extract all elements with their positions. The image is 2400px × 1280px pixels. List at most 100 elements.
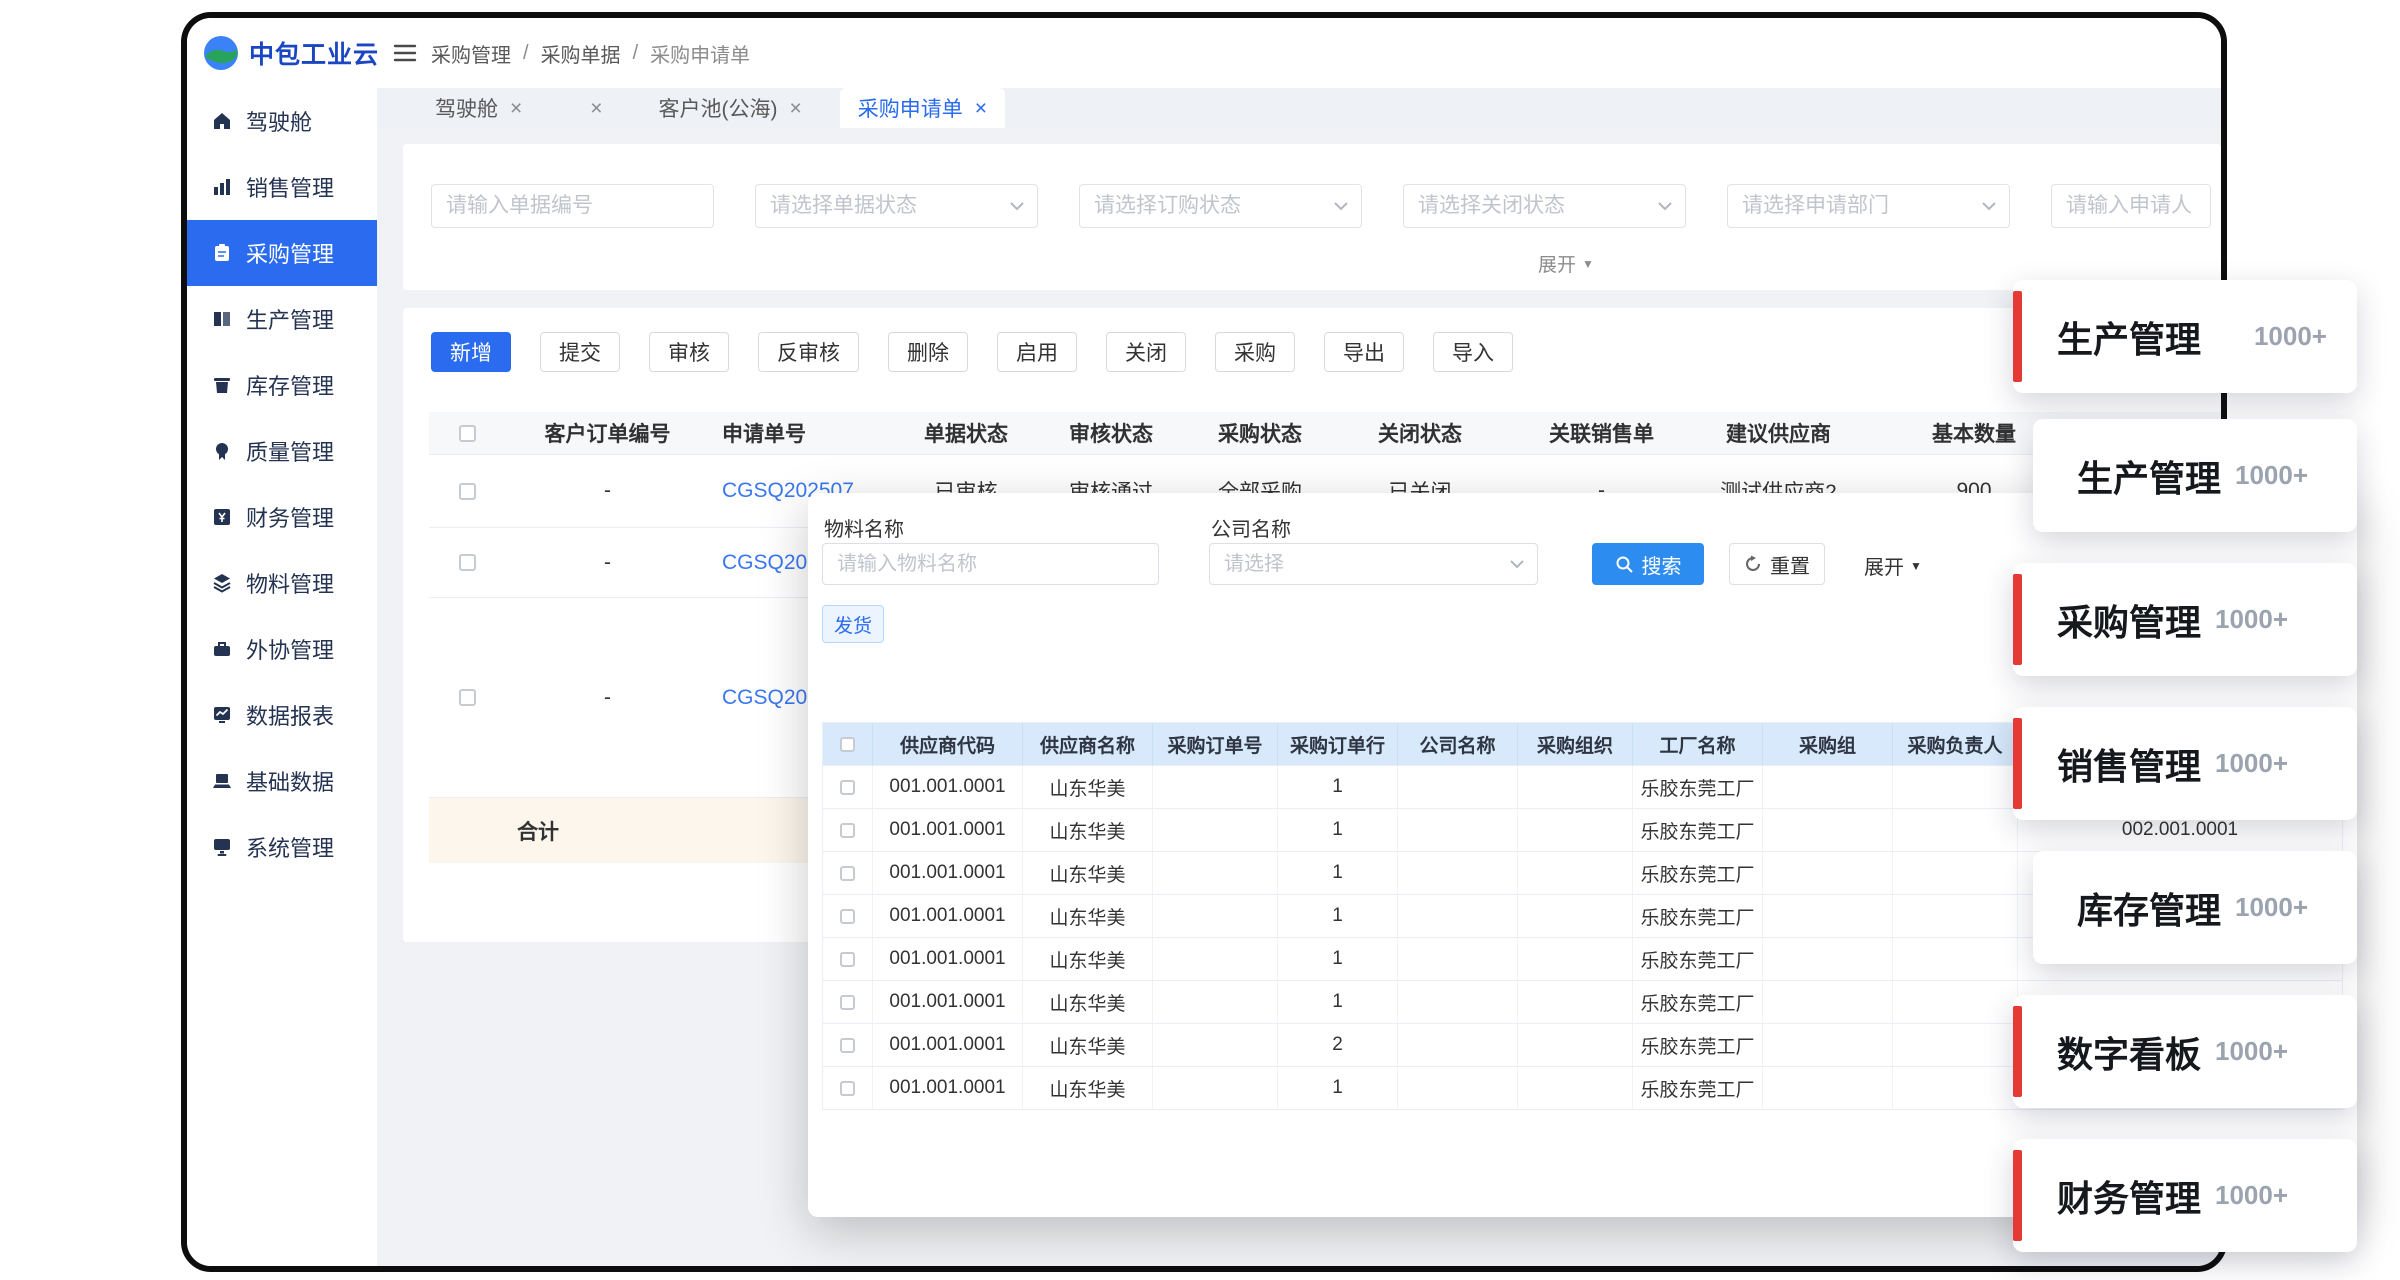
total-label: 合计 (505, 798, 710, 863)
tab-close-icon[interactable]: × (590, 98, 602, 119)
sidebar-item-production[interactable]: 生产管理 (187, 286, 377, 352)
applicant-input[interactable] (2051, 184, 2211, 228)
order-status-input[interactable] (1079, 184, 1362, 228)
material-name-input[interactable] (822, 543, 1159, 585)
close-status-input[interactable] (1403, 184, 1686, 228)
select-all-checkbox[interactable] (459, 425, 476, 442)
sidebar-item-system[interactable]: 系统管理 (187, 814, 377, 880)
company-name-label: 公司名称 (1211, 513, 1291, 542)
close-status-select[interactable] (1403, 184, 1686, 228)
breadcrumb-item[interactable]: 采购单据 (541, 39, 621, 68)
supplier-code-cell: 001.001.0001 (873, 895, 1023, 937)
ship-button[interactable]: 发货 (822, 605, 884, 643)
factory-cell: 乐胶东莞工厂 (1633, 895, 1763, 937)
system-icon (211, 836, 233, 858)
filter-expand-toggle[interactable]: 展开 ▼ (1538, 250, 1594, 277)
module-card-production[interactable]: 生产管理 1000+ (2013, 280, 2357, 393)
module-card-sales[interactable]: 销售管理 1000+ (2013, 707, 2357, 820)
row-checkbox[interactable] (459, 689, 476, 706)
row-checkbox[interactable] (459, 554, 476, 571)
module-card-finance[interactable]: 财务管理 1000+ (2013, 1139, 2357, 1252)
module-card-inventory[interactable]: 库存管理 1000+ (2033, 851, 2357, 964)
import-button[interactable]: 导入 (1433, 332, 1513, 372)
column-header: 供应商名称 (1023, 723, 1153, 765)
doc-status-input[interactable] (755, 184, 1038, 228)
sidebar-item-reports[interactable]: 数据报表 (187, 682, 377, 748)
sidebar-item-base-data[interactable]: 基础数据 (187, 748, 377, 814)
sidebar-item-materials[interactable]: 物料管理 (187, 550, 377, 616)
order-line-cell: 1 (1278, 809, 1398, 851)
row-checkbox[interactable] (840, 952, 855, 967)
header-checkbox-cell (823, 723, 873, 765)
breadcrumb-item[interactable]: 采购管理 (431, 39, 511, 68)
module-card-digital-board[interactable]: 数字看板 1000+ (2013, 995, 2357, 1108)
material-name-field[interactable] (822, 543, 1159, 585)
row-checkbox[interactable] (459, 483, 476, 500)
row-checkbox[interactable] (840, 995, 855, 1010)
order-status-select[interactable] (1079, 184, 1362, 228)
company-name-select[interactable] (1209, 543, 1538, 585)
dialog-expand-toggle[interactable]: 展开 ▼ (1864, 551, 1922, 580)
search-button[interactable]: 搜索 (1592, 543, 1704, 585)
sidebar-item-sales[interactable]: 销售管理 (187, 154, 377, 220)
tab-close-icon[interactable]: × (790, 98, 802, 119)
apply-dept-input[interactable] (1727, 184, 2010, 228)
column-header: 供应商代码 (873, 723, 1023, 765)
supplier-name-cell: 山东华美 (1023, 938, 1153, 980)
supplier-name-cell: 山东华美 (1023, 895, 1153, 937)
tab-close-icon[interactable]: × (510, 98, 522, 119)
company-name-input[interactable] (1209, 543, 1538, 585)
card-title: 生产管理 (2057, 311, 2201, 363)
sidebar-item-dashboard[interactable]: 驾驶舱 (187, 88, 377, 154)
card-title: 库存管理 (2077, 882, 2221, 934)
production-icon (211, 308, 233, 330)
reset-button[interactable]: 重置 (1729, 543, 1825, 585)
order-line-cell: 1 (1278, 766, 1398, 808)
doc-number-input[interactable] (431, 184, 714, 228)
column-header: 单据状态 (895, 412, 1037, 454)
row-checkbox[interactable] (840, 1038, 855, 1053)
submit-button[interactable]: 提交 (540, 332, 620, 372)
purchase-button[interactable]: 采购 (1215, 332, 1295, 372)
sidebar-item-outsourcing[interactable]: 外协管理 (187, 616, 377, 682)
row-checkbox[interactable] (840, 823, 855, 838)
tab-close-icon[interactable]: × (975, 98, 987, 119)
applicant-field[interactable] (2051, 184, 2211, 228)
module-card-procurement[interactable]: 采购管理 1000+ (2013, 563, 2357, 676)
sidebar-item-finance[interactable]: 财务管理 (187, 484, 377, 550)
tab-purchase-request[interactable]: 采购申请单 × (840, 88, 1005, 128)
doc-status-select[interactable] (755, 184, 1038, 228)
add-button[interactable]: 新增 (431, 332, 511, 372)
factory-cell: 乐胶东莞工厂 (1633, 1024, 1763, 1066)
row-checkbox[interactable] (840, 866, 855, 881)
audit-button[interactable]: 审核 (649, 332, 729, 372)
row-checkbox[interactable] (840, 1081, 855, 1096)
row-checkbox[interactable] (840, 780, 855, 795)
export-button[interactable]: 导出 (1324, 332, 1404, 372)
row-checkbox[interactable] (840, 909, 855, 924)
card-count: 1000+ (2235, 460, 2308, 491)
card-title: 销售管理 (2057, 738, 2201, 790)
sidebar-item-procurement[interactable]: 采购管理 (187, 220, 377, 286)
tab-dashboard[interactable]: 驾驶舱 × (417, 88, 540, 128)
supplier-name-cell: 山东华美 (1023, 1024, 1153, 1066)
sidebar-item-quality[interactable]: 质量管理 (187, 418, 377, 484)
enable-button[interactable]: 启用 (997, 332, 1077, 372)
apply-dept-select[interactable] (1727, 184, 2010, 228)
unaudit-button[interactable]: 反审核 (758, 332, 859, 372)
card-title: 财务管理 (2057, 1170, 2201, 1222)
tab-customer-pool[interactable]: 客户池(公海) × (641, 88, 820, 128)
sidebar-item-inventory[interactable]: 库存管理 (187, 352, 377, 418)
supplier-code-cell: 001.001.0001 (873, 809, 1023, 851)
delete-button[interactable]: 删除 (888, 332, 968, 372)
card-count: 1000+ (2215, 748, 2288, 779)
menu-collapse-icon[interactable] (393, 42, 417, 64)
tab-unnamed[interactable]: × (560, 88, 620, 128)
sidebar-item-label: 财务管理 (246, 501, 334, 533)
close-button[interactable]: 关闭 (1106, 332, 1186, 372)
select-all-checkbox[interactable] (840, 737, 855, 752)
logo-globe-icon (203, 35, 239, 71)
doc-number-field[interactable] (431, 184, 714, 228)
home-icon (211, 110, 233, 132)
module-card-production-2[interactable]: 生产管理 1000+ (2033, 419, 2357, 532)
